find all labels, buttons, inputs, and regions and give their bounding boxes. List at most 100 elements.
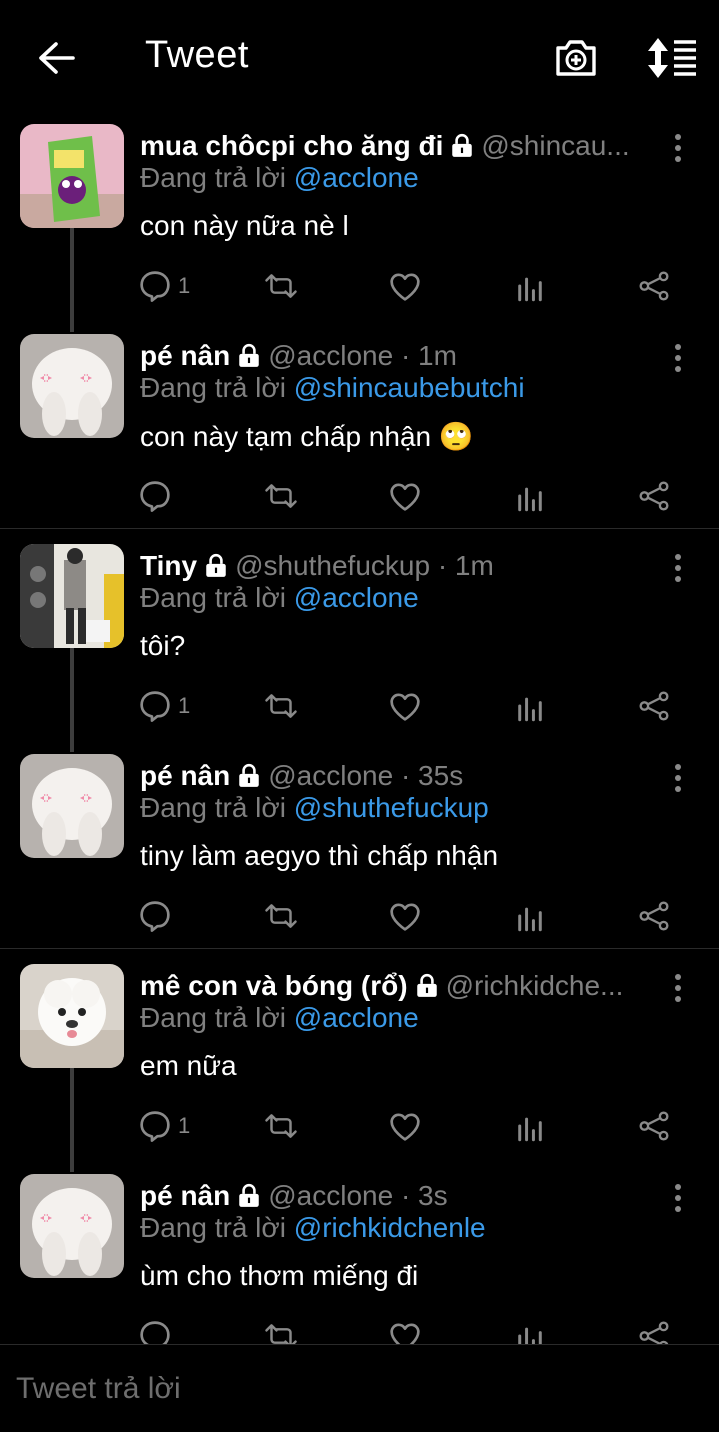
handle[interactable]: @richkidche...	[446, 970, 624, 1002]
like-button[interactable]	[388, 1106, 422, 1146]
mention-link[interactable]: @richkidchenle	[294, 1212, 486, 1243]
add-camera-icon[interactable]	[552, 34, 600, 82]
retweet-button[interactable]	[262, 686, 300, 726]
analytics-button[interactable]	[514, 476, 546, 516]
tweet[interactable]: pé nân @acclone · 1m Đang trả lời @shinc…	[0, 322, 719, 528]
reply-icon	[138, 269, 172, 303]
reply-button[interactable]	[138, 476, 178, 516]
display-name[interactable]: Tiny	[140, 550, 197, 582]
replying-label: Đang trả lời	[140, 372, 286, 403]
avatar[interactable]	[20, 964, 124, 1068]
handle[interactable]: @acclone · 35s	[268, 760, 463, 792]
replying-to: Đang trả lời @acclone	[140, 162, 419, 194]
retweet-button[interactable]	[262, 266, 300, 306]
like-button[interactable]	[388, 266, 422, 306]
share-button[interactable]	[638, 1106, 670, 1146]
replying-label: Đang trả lời	[140, 792, 286, 823]
display-name[interactable]: mua chôcpi cho ăng đi	[140, 130, 443, 162]
more-options-icon[interactable]	[664, 130, 692, 166]
tweet-actions: 1	[138, 686, 678, 726]
replying-to: Đang trả lời @shincaubebutchi	[140, 372, 525, 404]
avatar[interactable]	[20, 1174, 124, 1278]
share-icon	[638, 900, 670, 932]
back-arrow-icon[interactable]	[32, 34, 80, 82]
share-icon	[638, 1110, 670, 1142]
stats-icon	[514, 1110, 546, 1142]
tweet[interactable]: pé nân @acclone · 3s Đang trả lời @richk…	[0, 1162, 719, 1344]
heart-icon	[388, 690, 422, 722]
share-button[interactable]	[638, 896, 670, 936]
replying-to: Đang trả lời @acclone	[140, 582, 419, 614]
display-name[interactable]: mê con và bóng (rổ)	[140, 970, 408, 1002]
like-button[interactable]	[388, 476, 422, 516]
display-name[interactable]: pé nân	[140, 760, 230, 792]
retweet-icon	[262, 270, 300, 302]
share-icon	[638, 1320, 670, 1344]
reply-button[interactable]: 1	[138, 266, 190, 306]
retweet-icon	[262, 1110, 300, 1142]
tweet-text: tôi?	[140, 630, 186, 661]
reply-input[interactable]	[16, 1345, 696, 1432]
more-options-icon[interactable]	[664, 550, 692, 586]
retweet-icon	[262, 480, 300, 512]
reply-button[interactable]	[138, 896, 178, 936]
mention-link[interactable]: @acclone	[294, 582, 419, 613]
analytics-button[interactable]	[514, 896, 546, 936]
display-name[interactable]: pé nân	[140, 340, 230, 372]
analytics-button[interactable]	[514, 686, 546, 726]
avatar[interactable]	[20, 754, 124, 858]
handle[interactable]: @acclone · 1m	[268, 340, 457, 372]
tweet-header: mua chôcpi cho ăng đi @shincau...	[140, 128, 660, 164]
reply-count: 1	[178, 273, 191, 298]
share-button[interactable]	[638, 686, 670, 726]
mention-link[interactable]: @shincaubebutchi	[294, 372, 525, 403]
share-button[interactable]	[638, 476, 670, 516]
handle[interactable]: @shuthefuckup · 1m	[235, 550, 494, 582]
retweet-button[interactable]	[262, 896, 300, 936]
analytics-button[interactable]	[514, 266, 546, 306]
reply-button[interactable]	[138, 1316, 178, 1344]
thread-connector	[70, 648, 74, 752]
share-button[interactable]	[638, 1316, 670, 1344]
tweet-header: Tiny @shuthefuckup · 1m	[140, 548, 660, 584]
avatar[interactable]	[20, 124, 124, 228]
handle[interactable]: @shincau...	[481, 130, 629, 162]
analytics-button[interactable]	[514, 1106, 546, 1146]
tweet-text: tiny làm aegyo thì chấp nhận	[140, 840, 499, 871]
retweet-button[interactable]	[262, 476, 300, 516]
reply-icon	[138, 689, 172, 723]
more-options-icon[interactable]	[664, 1180, 692, 1216]
replying-label: Đang trả lời	[140, 1002, 286, 1033]
analytics-button[interactable]	[514, 1316, 546, 1344]
replying-to: Đang trả lời @acclone	[140, 1002, 419, 1034]
mention-link[interactable]: @shuthefuckup	[294, 792, 489, 823]
handle[interactable]: @acclone · 3s	[268, 1180, 447, 1212]
like-button[interactable]	[388, 686, 422, 726]
display-name[interactable]: pé nân	[140, 1180, 230, 1212]
more-options-icon[interactable]	[664, 970, 692, 1006]
lock-icon	[203, 553, 229, 579]
reply-button[interactable]: 1	[138, 686, 190, 726]
replying-to: Đang trả lời @shuthefuckup	[140, 792, 489, 824]
more-options-icon[interactable]	[664, 340, 692, 376]
tweet[interactable]: Tiny @shuthefuckup · 1m Đang trả lời @ac…	[0, 532, 719, 752]
avatar[interactable]	[20, 544, 124, 648]
tweet[interactable]: pé nân @acclone · 35s Đang trả lời @shut…	[0, 742, 719, 948]
reply-button[interactable]: 1	[138, 1106, 190, 1146]
lock-icon	[236, 763, 262, 789]
lock-icon	[449, 133, 475, 159]
tweet[interactable]: mê con và bóng (rổ) @richkidche... Đang …	[0, 952, 719, 1172]
stats-icon	[514, 1320, 546, 1344]
more-options-icon[interactable]	[664, 760, 692, 796]
like-button[interactable]	[388, 1316, 422, 1344]
sort-replies-icon[interactable]	[644, 34, 700, 82]
share-button[interactable]	[638, 266, 670, 306]
retweet-button[interactable]	[262, 1106, 300, 1146]
retweet-button[interactable]	[262, 1316, 300, 1344]
mention-link[interactable]: @acclone	[294, 162, 419, 193]
like-button[interactable]	[388, 896, 422, 936]
tweet-header: pé nân @acclone · 35s	[140, 758, 660, 794]
mention-link[interactable]: @acclone	[294, 1002, 419, 1033]
tweet[interactable]: mua chôcpi cho ăng đi @shincau... Đang t…	[0, 112, 719, 332]
avatar[interactable]	[20, 334, 124, 438]
